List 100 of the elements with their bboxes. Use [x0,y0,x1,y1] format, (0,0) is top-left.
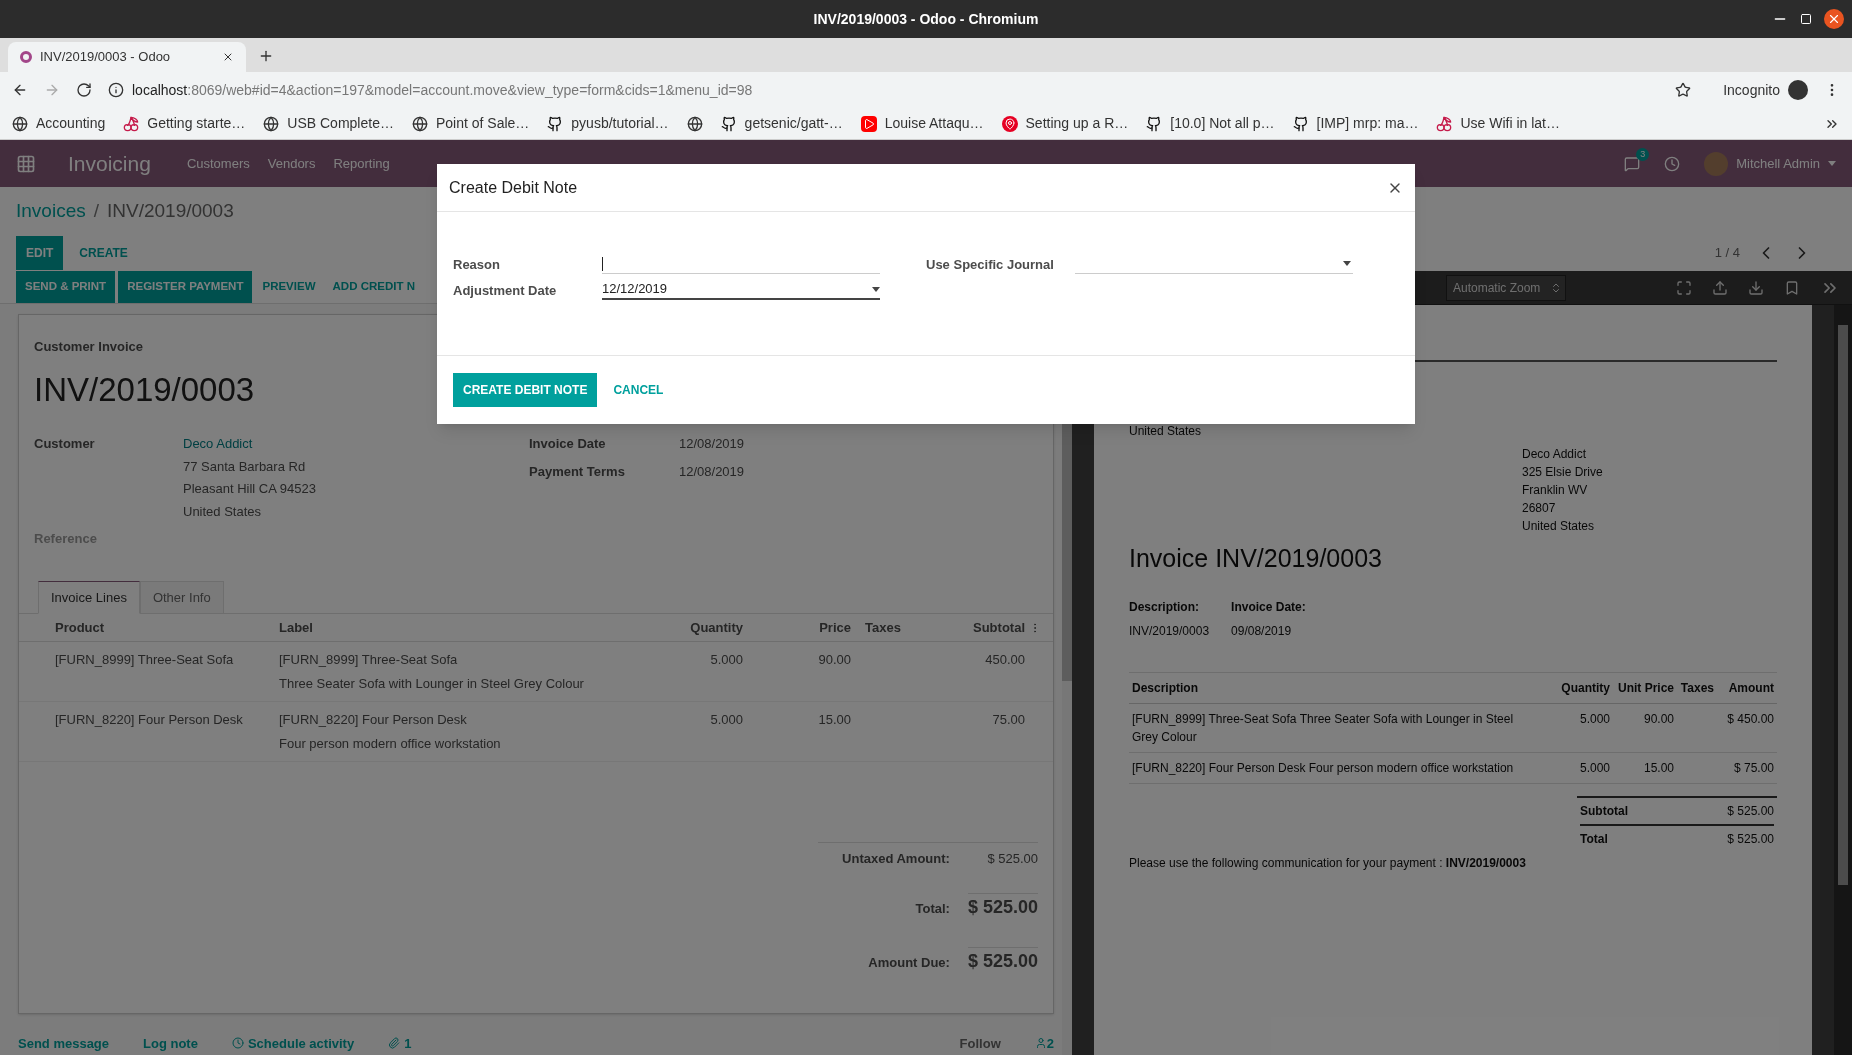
restore-icon[interactable] [1800,13,1812,25]
table-cell-text: Three Seater Sofa with Lounger in Steel Grey Colour [279,674,585,693]
table-cell-text: 90.00 [1642,710,1674,728]
table-cell-text: $ 450.00 [1726,710,1774,728]
create-button[interactable]: CREATE [75,243,132,262]
form-tab[interactable]: Invoice Lines [38,580,140,614]
schedule-activity-link[interactable]: Schedule activity [247,1033,355,1053]
info-icon[interactable] [108,82,124,98]
bookmark-link[interactable]: Point of Sale… [435,113,530,134]
bookmark-link[interactable]: Setting up a R… [1025,113,1129,134]
create-debit-note-button[interactable]: CREATE DEBIT NOTE [453,373,598,407]
bookmark-link[interactable]: Getting starte… [147,113,246,134]
form-tab[interactable]: Other Info [139,580,224,614]
breadcrumb-link[interactable]: Invoices [16,197,86,226]
menu-item[interactable]: Customers [186,153,250,174]
globe-icon [686,115,703,132]
reload-icon[interactable] [76,82,92,98]
table-cell-text: [FURN_8999] Three-Seat Sofa Three Seater Sofa with Lounger in Steel Grey Colour [1132,710,1515,746]
bookmark-link[interactable]: [IMP] mrp: ma… [1316,113,1419,134]
reason-field[interactable] [602,254,880,274]
action-link[interactable]: ADD CREDIT N [325,278,422,296]
star-icon[interactable] [1675,82,1692,98]
download-icon[interactable] [1748,279,1764,296]
close-icon[interactable] [222,51,234,63]
table-cell-text: 5.000 [709,711,743,729]
menu-item[interactable]: Vendors [267,153,316,174]
edit-button[interactable]: EDIT [16,235,64,270]
new-tab-icon[interactable] [258,48,274,64]
column-header: Amount [1727,679,1774,697]
globe-icon [411,115,428,132]
bookmark-link[interactable]: pyusb/tutorial… [571,113,669,134]
url-field[interactable]: localhost:8069/web#id=4&action=197&model=account.move&view_type=form&cids=1&menu_id=98 [132,79,1660,101]
partial-address: United States [1129,423,1203,440]
fullscreen-icon[interactable] [1676,279,1692,296]
column-header[interactable]: Subtotal [921,617,1025,638]
berry-icon [123,115,140,132]
address-line: 77 Santa Barbara Rd [183,457,307,476]
action-button[interactable]: SEND & PRINT [16,271,116,303]
apps-menu-icon[interactable] [16,153,36,174]
log-note-link[interactable]: Log note [143,1033,198,1053]
odoo-logo-icon [20,51,32,63]
bookmark-link[interactable]: USB Complete… [287,113,394,134]
bookmark-link[interactable]: Louise Attaqu… [884,113,984,134]
table-cell-text: 75.00 [991,711,1025,729]
column-header[interactable]: Label [279,617,659,638]
activity-icon[interactable] [1664,155,1681,172]
field-label: Reason [453,255,501,274]
action-link[interactable]: PREVIEW [255,278,323,296]
meta-value: 09/08/2019 [1231,622,1293,640]
followers-count[interactable]: 2 [1046,1033,1054,1053]
bookmark-link[interactable]: Accounting [36,113,106,134]
address-line: 26807 [1522,500,1557,516]
table-cell-text: [FURN_8220] Four Person Desk Four person modern office workstation [1132,759,1515,777]
address-line: 325 Elsie Drive [1522,464,1604,480]
bookmark-link[interactable]: getsenic/gatt-… [744,113,843,134]
bookmark-link[interactable]: Use Wifi in lat… [1460,113,1560,134]
open-file-icon[interactable] [1712,279,1728,296]
column-header[interactable]: Product [55,617,279,638]
zoom-select[interactable]: Automatic Zoom [1446,274,1566,301]
attachment-count[interactable]: 1 [404,1033,412,1053]
total-value: $ 525.00 [986,850,1038,868]
invoice-title: Invoice INV/2019/0003 [1129,543,1383,574]
globe-icon [263,115,280,132]
chat-icon[interactable] [1624,155,1641,172]
menu-item[interactable]: Reporting [333,153,390,174]
user-menu[interactable]: Mitchell Admin [1736,153,1820,174]
action-button[interactable]: REGISTER PAYMENT [118,271,253,303]
address-line: United States [1522,518,1596,534]
column-header[interactable]: Taxes [851,617,921,638]
customer-link[interactable]: Deco Addict [183,434,529,454]
bookmark-link[interactable]: [10.0] Not all p… [1170,113,1275,134]
close-icon[interactable] [1824,9,1844,29]
browser-tab[interactable]: INV/2019/0003 - Odoo [8,42,246,72]
date-field[interactable]: 12/12/2019 [602,280,880,300]
dropdown-icon [1343,261,1351,266]
cancel-button[interactable]: CANCEL [613,381,664,399]
invoice-number: INV/2019/0003 [34,369,255,410]
table-cell-text: [FURN_8999] Three-Seat Sofa [279,651,459,669]
column-header[interactable]: Quantity [659,617,743,638]
column-header[interactable]: Price [743,617,851,638]
scrollbar-thumb[interactable] [1838,325,1848,885]
followers-icon [1034,1037,1047,1050]
total-label: Untaxed Amount: [841,850,950,868]
app-title: Invoicing [68,150,151,177]
back-icon[interactable] [12,82,28,98]
address-line: United States [183,502,263,521]
total-value: $ 525.00 [967,892,1038,921]
column-header: Taxes [1679,679,1714,697]
follow-link[interactable]: Follow [959,1033,1001,1053]
total-value: $ 525.00 [1677,797,1774,826]
github-icon [547,115,564,132]
table-cell-text: 450.00 [984,651,1025,669]
github-icon [1292,115,1309,132]
breadcrumb-current: INV/2019/0003 [107,199,234,223]
send-message-link[interactable]: Send message [18,1033,110,1053]
field-label: Invoice Date [529,435,607,453]
bookmark-icon[interactable] [1784,279,1800,296]
column-header: Unit Price [1617,679,1674,697]
tab-title: INV/2019/0003 - Odoo [40,48,172,67]
select-arrows-icon [1550,281,1562,294]
